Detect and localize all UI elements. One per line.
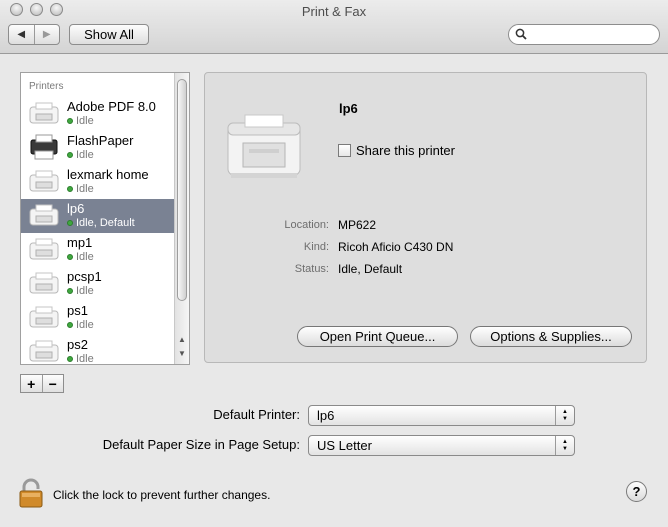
default-paper-size-label: Default Paper Size in Page Setup: — [102, 437, 300, 452]
printer-list-item[interactable]: mp1 Idle — [21, 233, 175, 267]
default-printer-label: Default Printer: — [213, 407, 300, 422]
status-dot-icon — [67, 254, 73, 260]
printers-list-header: Printers — [29, 81, 64, 92]
add-printer-button[interactable]: + — [21, 375, 42, 392]
large-printer-icon — [227, 114, 301, 178]
show-all-button[interactable]: Show All — [69, 24, 149, 45]
printer-icon — [29, 340, 59, 362]
add-remove-buttons: + − — [20, 374, 64, 393]
printers-scrollbar[interactable]: ▲ ▼ — [174, 73, 189, 364]
kind-value: Ricoh Aficio C430 DN — [338, 240, 454, 254]
printer-name: lp6 — [339, 101, 358, 116]
printer-list-item-status: Idle — [67, 183, 94, 195]
printer-list-item-status-text: Idle — [76, 115, 94, 127]
lock-message: Click the lock to prevent further change… — [53, 488, 271, 502]
forward-button[interactable]: ▶ — [33, 25, 60, 44]
printer-list-item[interactable]: ps2 Idle — [21, 335, 175, 365]
printer-icon — [29, 102, 59, 124]
default-printer-popup[interactable]: lp6 ▲ ▼ — [308, 405, 575, 426]
printer-list-item[interactable]: lexmark home Idle — [21, 165, 175, 199]
printer-list-item[interactable]: Adobe PDF 8.0 Idle — [21, 97, 175, 131]
lock-icon[interactable] — [18, 478, 44, 508]
printer-list-item-status: Idle — [67, 353, 94, 365]
scroll-down-arrow-icon[interactable]: ▼ — [177, 349, 187, 358]
printers-list[interactable]: Printers Adobe PDF 8.0 Idle FlashPaper Idle… — [20, 72, 190, 365]
status-dot-icon — [67, 288, 73, 294]
printer-list-item-status-text: Idle — [76, 319, 94, 331]
nav-button-group: ◀ ▶ — [8, 24, 60, 45]
printer-list-item-status-text: Idle — [76, 353, 94, 365]
scroll-up-arrow-icon[interactable]: ▲ — [177, 335, 187, 344]
print-fax-window: Print & Fax ◀ ▶ Show All Printers Adobe … — [0, 0, 668, 527]
printer-icon — [29, 238, 59, 260]
printer-detail-panel: lp6 Share this printer Location: MP622 K… — [204, 72, 647, 363]
popup-arrows-icon: ▲ ▼ — [555, 436, 574, 455]
status-dot-icon — [67, 322, 73, 328]
printer-icon — [29, 272, 59, 294]
options-supplies-button[interactable]: Options & Supplies... — [470, 326, 632, 347]
location-label: Location: — [284, 219, 329, 231]
printer-icon — [29, 306, 59, 328]
default-paper-size-popup[interactable]: US Letter ▲ ▼ — [308, 435, 575, 456]
share-printer-option[interactable]: Share this printer — [338, 143, 455, 158]
status-label: Status: — [294, 263, 329, 275]
printer-list-item[interactable]: pcsp1 Idle — [21, 267, 175, 301]
search-input[interactable] — [531, 26, 655, 44]
forward-arrow-icon: ▶ — [42, 29, 51, 40]
printer-list-item-name: Adobe PDF 8.0 — [67, 99, 156, 114]
printer-list-item-status: Idle — [67, 251, 94, 263]
printer-list-item-status-text: Idle — [76, 251, 94, 263]
status-dot-icon — [67, 152, 73, 158]
status-dot-icon — [67, 118, 73, 124]
default-printer-value: lp6 — [317, 408, 335, 423]
back-button[interactable]: ◀ — [9, 25, 34, 44]
back-arrow-icon: ◀ — [17, 29, 26, 40]
location-value: MP622 — [338, 218, 377, 232]
printer-list-item-status-text: Idle — [76, 285, 94, 297]
status-dot-icon — [67, 220, 73, 226]
status-value: Idle, Default — [338, 262, 403, 276]
printer-list-item[interactable]: ps1 Idle — [21, 301, 175, 335]
printer-list-item-status: Idle — [67, 285, 94, 297]
window-title: Print & Fax — [301, 4, 367, 19]
printer-list-item-status-text: Idle, Default — [76, 217, 135, 229]
default-paper-size-value: US Letter — [317, 438, 372, 453]
printer-list-item-status: Idle — [67, 149, 94, 161]
printer-list-item-name: mp1 — [67, 235, 93, 250]
status-dot-icon — [67, 186, 73, 192]
remove-printer-button[interactable]: − — [41, 375, 64, 392]
printer-list-item[interactable]: FlashPaper Idle — [21, 131, 175, 165]
printer-icon — [29, 170, 59, 192]
kind-label: Kind: — [303, 241, 329, 253]
popup-arrows-icon: ▲ ▼ — [555, 406, 574, 425]
search-icon — [515, 28, 527, 40]
share-printer-label: Share this printer — [356, 143, 455, 158]
printer-list-item-name: ps2 — [67, 337, 88, 352]
printer-list-item-name: lexmark home — [67, 167, 149, 182]
share-printer-checkbox[interactable] — [338, 144, 351, 157]
search-field[interactable] — [508, 24, 660, 45]
printer-list-item-name: FlashPaper — [67, 133, 134, 148]
status-dot-icon — [67, 356, 73, 362]
open-print-queue-button[interactable]: Open Print Queue... — [297, 326, 458, 347]
printer-list-item-name: pcsp1 — [67, 269, 102, 284]
printer-list-item-status: Idle, Default — [67, 217, 135, 229]
printer-dark-icon — [30, 134, 58, 160]
printer-list-item-status: Idle — [67, 115, 94, 127]
toolbar: Print & Fax ◀ ▶ Show All — [0, 0, 668, 54]
printer-list-item-status-text: Idle — [76, 149, 94, 161]
printer-list-item-name: ps1 — [67, 303, 88, 318]
help-button[interactable]: ? — [626, 481, 647, 502]
printer-list-item-name: lp6 — [67, 201, 85, 216]
printer-icon — [29, 204, 59, 226]
scrollbar-thumb[interactable] — [177, 79, 187, 301]
printer-list-item[interactable]: lp6 Idle, Default — [21, 199, 175, 233]
printer-list-item-status: Idle — [67, 319, 94, 331]
printer-list-item-status-text: Idle — [76, 183, 94, 195]
